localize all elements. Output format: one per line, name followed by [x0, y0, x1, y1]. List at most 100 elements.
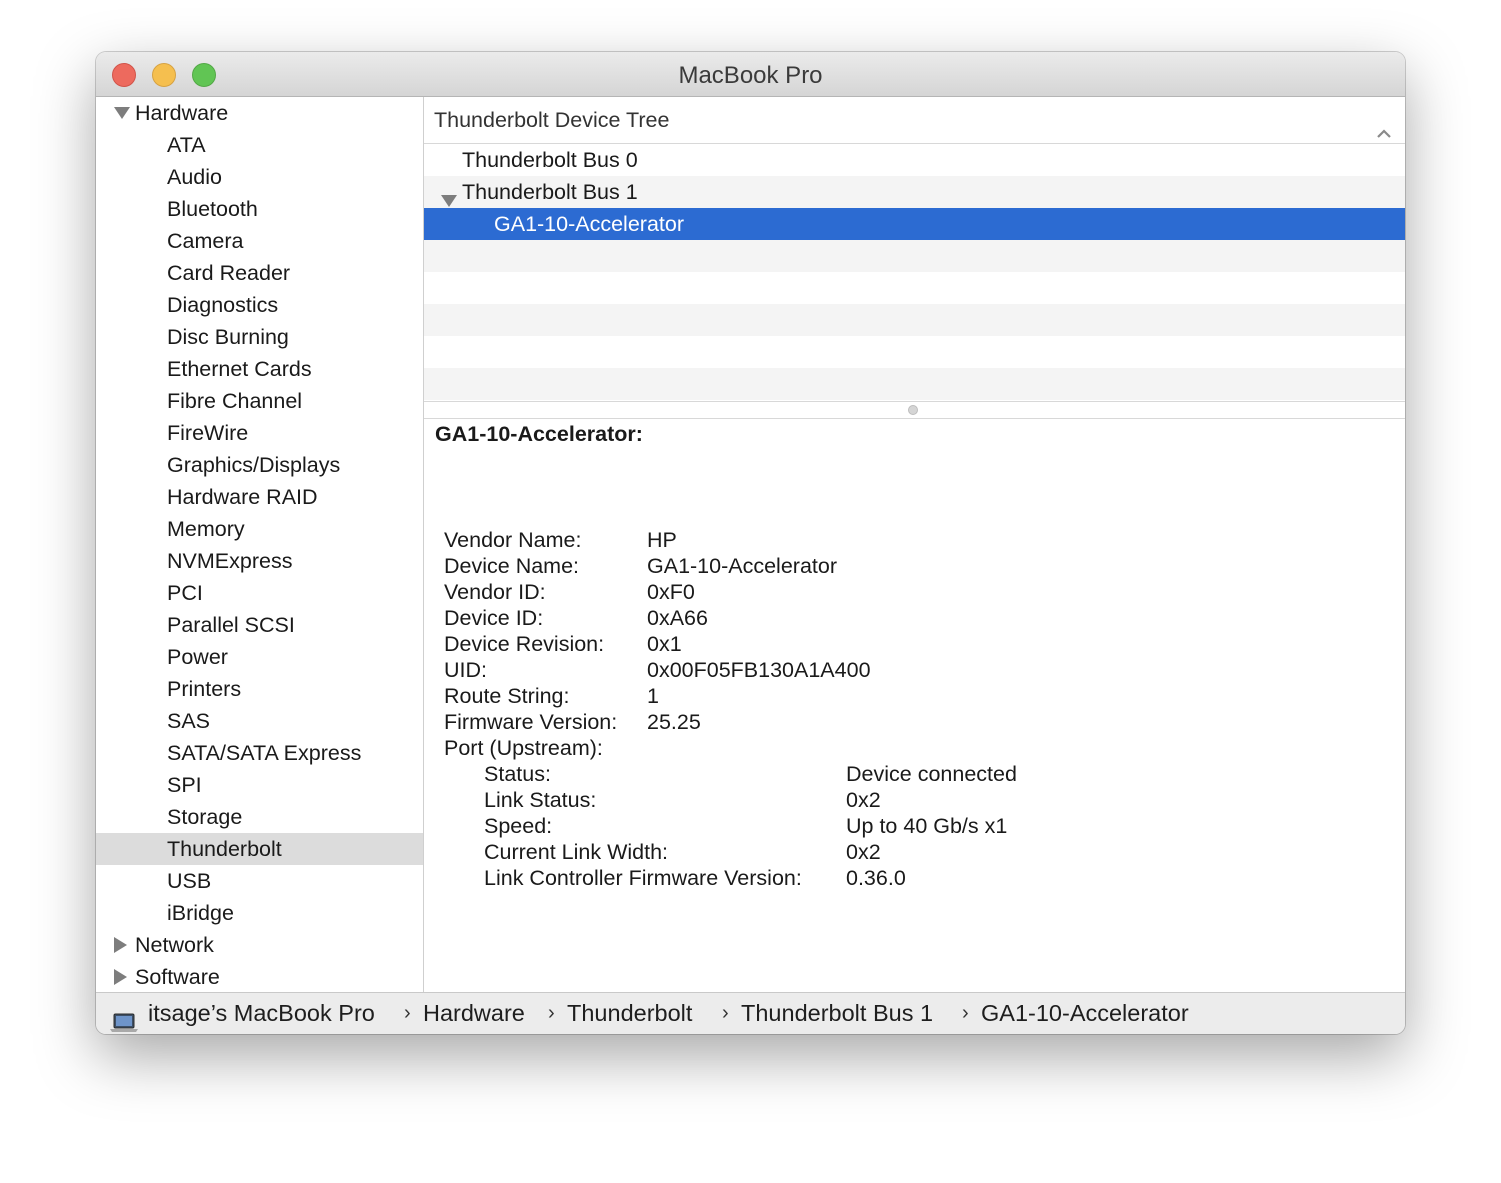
- disclosure-right-icon[interactable]: [113, 929, 131, 961]
- sidebar-item-label: Storage: [167, 805, 243, 829]
- title-bar[interactable]: MacBook Pro: [96, 52, 1405, 97]
- tree-row-label: Thunderbolt Bus 0: [462, 148, 638, 172]
- field-value: 0x1: [647, 632, 682, 656]
- field-value: 1: [647, 684, 659, 708]
- sidebar-item-label: Parallel SCSI: [167, 613, 295, 637]
- field-value: 0x2: [846, 788, 881, 812]
- sidebar-group-label: Hardware: [135, 101, 229, 125]
- sidebar-item-pci[interactable]: PCI: [96, 577, 423, 609]
- breadcrumb-thunderbolt[interactable]: Thunderbolt: [567, 993, 692, 1033]
- sidebar-item-label: NVMExpress: [167, 549, 293, 573]
- field-value: 25.25: [647, 710, 701, 734]
- tree-row-thunderbolt-bus-1[interactable]: Thunderbolt Bus 1: [424, 176, 1405, 208]
- sidebar: Hardware ATA Audio Bluetooth Camera Card Read…: [96, 97, 424, 993]
- sidebar-item-label: Camera: [167, 229, 244, 253]
- breadcrumb-thunderbolt-bus-1[interactable]: Thunderbolt Bus 1: [741, 993, 933, 1033]
- field-label: Firmware Version:: [444, 710, 618, 734]
- field-value: 0x00F05FB130A1A400: [647, 658, 871, 682]
- sidebar-group-hardware[interactable]: Hardware: [96, 97, 423, 129]
- sidebar-item-label: Graphics/Displays: [167, 453, 341, 477]
- sidebar-item-label: Power: [167, 645, 228, 669]
- field-label: Vendor Name:: [444, 528, 582, 552]
- field-label: Port (Upstream):: [444, 736, 603, 760]
- window-title: MacBook Pro: [678, 62, 823, 89]
- breadcrumb-hardware[interactable]: Hardware: [423, 993, 525, 1033]
- field-label: Device Name:: [444, 554, 580, 578]
- split-view-divider[interactable]: [424, 401, 1405, 419]
- sidebar-item-power[interactable]: Power: [96, 641, 423, 673]
- sidebar-item-label: SATA/SATA Express: [167, 741, 362, 765]
- laptop-icon: [110, 1005, 138, 1032]
- field-label: Link Controller Firmware Version:: [484, 866, 802, 890]
- tree-row-empty: [424, 272, 1405, 304]
- field-value: GA1-10-Accelerator: [647, 554, 837, 578]
- sidebar-group-network[interactable]: Network: [96, 929, 423, 961]
- sidebar-item-label: Disc Burning: [167, 325, 289, 349]
- sidebar-item-parallel-scsi[interactable]: Parallel SCSI: [96, 609, 423, 641]
- sidebar-item-disc-burning[interactable]: Disc Burning: [96, 321, 423, 353]
- sidebar-item-memory[interactable]: Memory: [96, 513, 423, 545]
- tree-row-label: GA1-10-Accelerator: [494, 212, 684, 236]
- divider-handle-icon[interactable]: [908, 405, 918, 415]
- field-value: Up to 40 Gb/s x1: [846, 814, 1008, 838]
- field-label: Link Status:: [484, 788, 597, 812]
- field-label: Current Link Width:: [484, 840, 669, 864]
- sidebar-item-audio[interactable]: Audio: [96, 161, 423, 193]
- sidebar-item-camera[interactable]: Camera: [96, 225, 423, 257]
- field-value: Device connected: [846, 762, 1017, 786]
- sidebar-item-ata[interactable]: ATA: [96, 129, 423, 161]
- tree-row-empty: [424, 304, 1405, 336]
- sidebar-item-thunderbolt[interactable]: Thunderbolt: [96, 833, 423, 865]
- sidebar-item-ethernet-cards[interactable]: Ethernet Cards: [96, 353, 423, 385]
- field-label: Device Revision:: [444, 632, 605, 656]
- sidebar-item-hardware-raid[interactable]: Hardware RAID: [96, 481, 423, 513]
- sidebar-group-label: Network: [135, 933, 214, 957]
- field-label: Device ID:: [444, 606, 544, 630]
- breadcrumb-separator-icon: ›: [404, 1002, 411, 1024]
- detail-title: GA1-10-Accelerator:: [435, 422, 643, 446]
- sidebar-item-ibridge[interactable]: iBridge: [96, 897, 423, 929]
- sidebar-item-label: Audio: [167, 165, 222, 189]
- sidebar-item-card-reader[interactable]: Card Reader: [96, 257, 423, 289]
- sidebar-item-bluetooth[interactable]: Bluetooth: [96, 193, 423, 225]
- sidebar-item-nvmexpress[interactable]: NVMExpress: [96, 545, 423, 577]
- breadcrumb-separator-icon: ›: [722, 1002, 729, 1024]
- sidebar-group-software[interactable]: Software: [96, 961, 423, 993]
- field-label: Route String:: [444, 684, 570, 708]
- breadcrumb-ga1-10-accelerator[interactable]: GA1-10-Accelerator: [981, 993, 1189, 1033]
- tree-row-label: Thunderbolt Bus 1: [462, 180, 638, 204]
- field-value: 0.36.0: [846, 866, 906, 890]
- field-value: 0xF0: [647, 580, 695, 604]
- breadcrumb-itsage-s-macbook-pro[interactable]: itsage’s MacBook Pro: [148, 993, 375, 1033]
- tree-row-thunderbolt-bus-0[interactable]: Thunderbolt Bus 0: [424, 144, 1405, 176]
- system-information-window: MacBook Pro Hardware ATA Audio Bluetooth Cam…: [96, 52, 1405, 1034]
- sidebar-item-firewire[interactable]: FireWire: [96, 417, 423, 449]
- device-tree: Thunderbolt Device Tree Thunderbolt Bus …: [424, 97, 1405, 401]
- sidebar-item-spi[interactable]: SPI: [96, 769, 423, 801]
- field-value: 0x2: [846, 840, 881, 864]
- sidebar-item-sata-sata-express[interactable]: SATA/SATA Express: [96, 737, 423, 769]
- sidebar-item-label: Fibre Channel: [167, 389, 303, 413]
- sidebar-item-fibre-channel[interactable]: Fibre Channel: [96, 385, 423, 417]
- chevron-up-icon[interactable]: [1375, 111, 1393, 138]
- sidebar-item-label: Printers: [167, 677, 242, 701]
- device-tree-header[interactable]: Thunderbolt Device Tree: [424, 97, 1405, 144]
- sidebar-item-label: Thunderbolt: [167, 837, 282, 861]
- breadcrumb-separator-icon: ›: [962, 1002, 969, 1024]
- sidebar-item-label: USB: [167, 869, 212, 893]
- sidebar-item-printers[interactable]: Printers: [96, 673, 423, 705]
- sidebar-item-label: Bluetooth: [167, 197, 258, 221]
- sidebar-item-graphics-displays[interactable]: Graphics/Displays: [96, 449, 423, 481]
- disclosure-down-icon[interactable]: [113, 97, 131, 129]
- sidebar-item-storage[interactable]: Storage: [96, 801, 423, 833]
- sidebar-item-usb[interactable]: USB: [96, 865, 423, 897]
- disclosure-right-icon[interactable]: [113, 961, 131, 993]
- sidebar-item-diagnostics[interactable]: Diagnostics: [96, 289, 423, 321]
- tree-row-ga1-10-accelerator[interactable]: GA1-10-Accelerator: [424, 208, 1405, 240]
- sidebar-item-label: iBridge: [167, 901, 234, 925]
- device-tree-header-label: Thunderbolt Device Tree: [434, 108, 670, 132]
- sidebar-item-label: Ethernet Cards: [167, 357, 312, 381]
- sidebar-item-sas[interactable]: SAS: [96, 705, 423, 737]
- sidebar-item-label: SAS: [167, 709, 211, 733]
- tree-row-empty: [424, 336, 1405, 368]
